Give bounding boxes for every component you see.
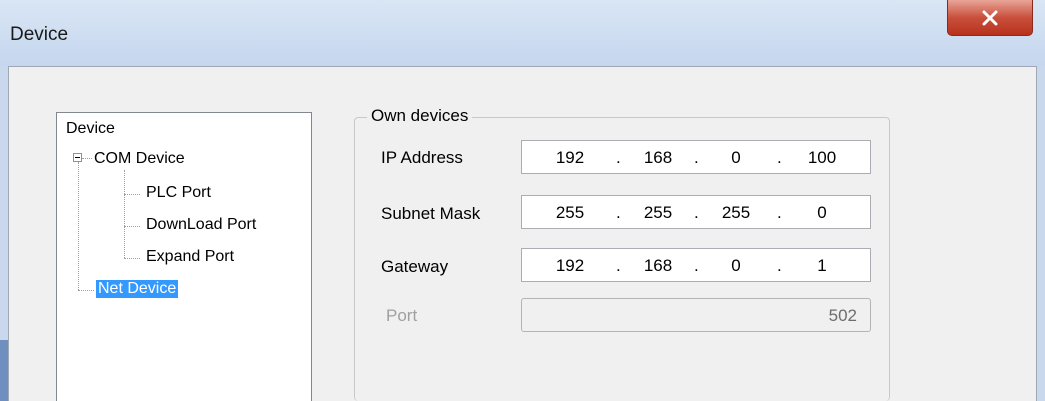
tree-connector (124, 170, 125, 258)
ip-address-field[interactable]: 192 . 168 . 0 . 100 (521, 140, 871, 174)
gateway-octet-2[interactable]: 168 (634, 256, 682, 276)
mask-octet-3[interactable]: 255 (712, 203, 760, 223)
tree-item-download-port[interactable]: DownLoad Port (146, 216, 256, 234)
tree-connector (124, 226, 140, 227)
tree-connector (124, 258, 140, 259)
group-legend: Own devices (367, 106, 473, 126)
tree-connector (78, 162, 79, 290)
device-window: Device Device COM Device PLC Port DownLo… (0, 0, 1045, 401)
collapse-toggle-icon[interactable] (73, 153, 82, 162)
port-field: 502 (521, 298, 871, 332)
tree-item-device[interactable]: Device (66, 120, 115, 138)
tree-item-expand-port[interactable]: Expand Port (146, 248, 234, 266)
ip-octet-3[interactable]: 0 (712, 148, 760, 168)
port-label: Port (386, 306, 418, 325)
tree-connector (124, 194, 140, 195)
tree-item-com-device[interactable]: COM Device (94, 150, 185, 168)
subnet-mask-field[interactable]: 255 . 255 . 255 . 0 (521, 195, 871, 229)
tree-connector (78, 290, 94, 291)
ip-octet-2[interactable]: 168 (634, 148, 682, 168)
gateway-octet-3[interactable]: 0 (712, 256, 760, 276)
ip-dot: . (777, 256, 782, 275)
title-bar[interactable]: Device (0, 0, 1045, 66)
ip-dot: . (694, 256, 699, 275)
tree-item-net-device[interactable]: Net Device (96, 280, 179, 298)
gateway-label: Gateway (381, 257, 449, 276)
ip-dot: . (694, 203, 699, 222)
ip-address-label: IP Address (381, 148, 463, 167)
window-edge (0, 340, 8, 401)
ip-octet-4[interactable]: 100 (798, 148, 846, 168)
ip-dot: . (616, 148, 621, 167)
mask-octet-2[interactable]: 255 (634, 203, 682, 223)
window-title: Device (10, 24, 69, 45)
ip-dot: . (777, 148, 782, 167)
close-button[interactable] (947, 0, 1033, 36)
ip-dot: . (777, 203, 782, 222)
gateway-octet-4[interactable]: 1 (798, 256, 846, 276)
close-icon (982, 10, 998, 25)
tree-connector (82, 158, 92, 159)
mask-octet-1[interactable]: 255 (546, 203, 594, 223)
tree-item-plc-port[interactable]: PLC Port (146, 184, 211, 202)
gateway-field[interactable]: 192 . 168 . 0 . 1 (521, 248, 871, 282)
ip-dot: . (616, 256, 621, 275)
ip-octet-1[interactable]: 192 (546, 148, 594, 168)
subnet-mask-label: Subnet Mask (381, 204, 481, 223)
ip-dot: . (616, 203, 621, 222)
gateway-octet-1[interactable]: 192 (546, 256, 594, 276)
mask-octet-4[interactable]: 0 (798, 203, 846, 223)
ip-dot: . (694, 148, 699, 167)
